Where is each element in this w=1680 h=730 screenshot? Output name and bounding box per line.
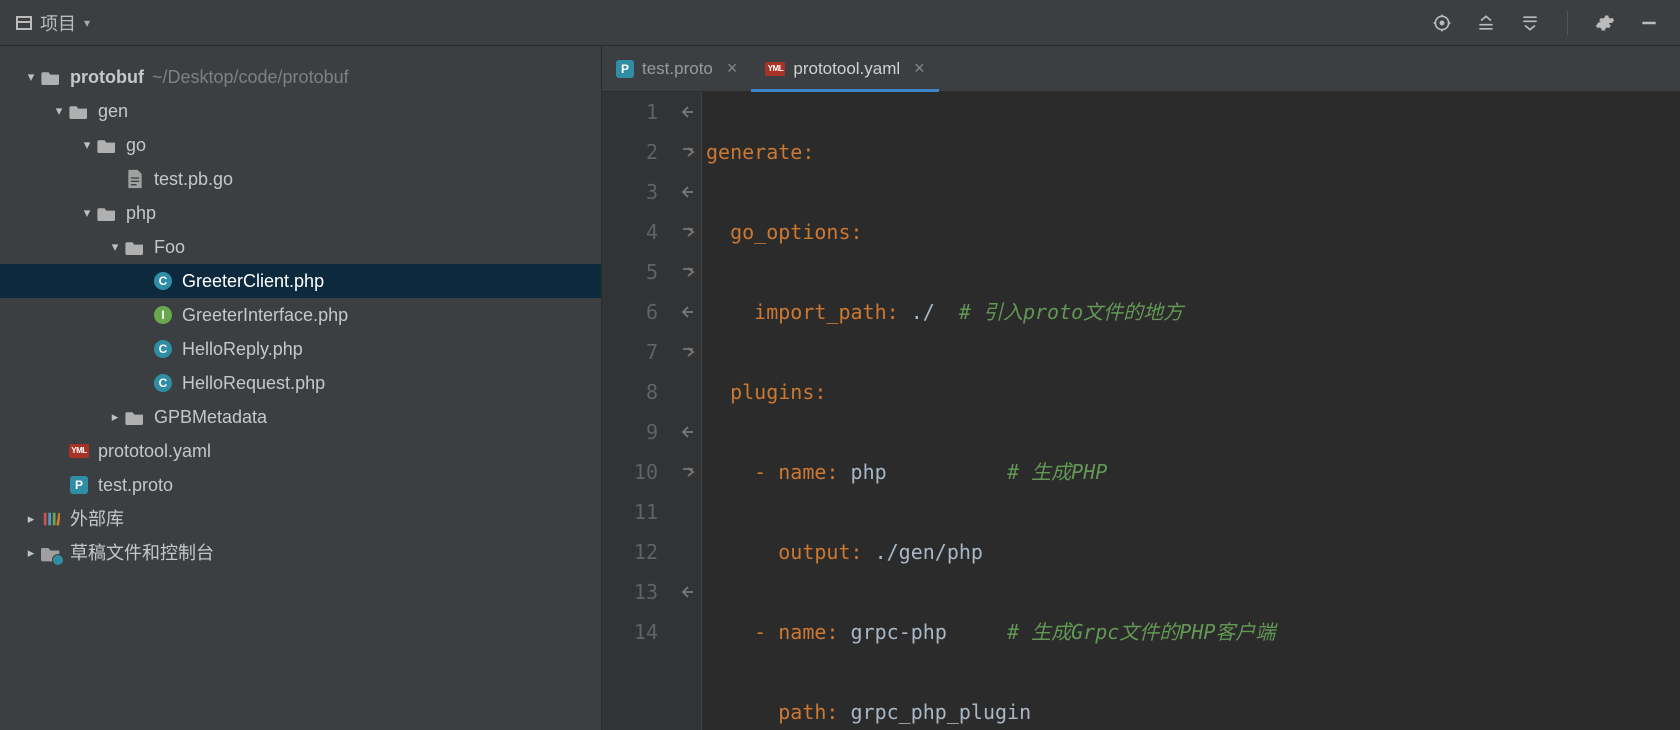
folder-icon bbox=[40, 66, 62, 88]
fold-close-icon[interactable] bbox=[674, 572, 701, 612]
fold-open-icon[interactable] bbox=[674, 252, 701, 292]
tree-item-label: HelloReply.php bbox=[182, 332, 303, 366]
fold-open-icon[interactable] bbox=[674, 332, 701, 372]
project-toolbar: 项目 ▾ bbox=[0, 0, 1680, 46]
tree-item-label: protobuf bbox=[70, 60, 144, 94]
folder-icon bbox=[124, 236, 146, 258]
chevron-down-icon[interactable]: ▾ bbox=[78, 196, 96, 230]
tree-item-label: GreeterInterface.php bbox=[182, 298, 348, 332]
line-number-gutter: 1 2 3 4 5 6 7 8 9 10 11 12 13 14 bbox=[602, 92, 674, 730]
tree-item-label: test.proto bbox=[98, 468, 173, 502]
php-class-icon: C bbox=[152, 338, 174, 360]
tree-item-label: GPBMetadata bbox=[154, 400, 267, 434]
project-dropdown[interactable]: 项目 ▾ bbox=[10, 10, 96, 36]
folder-icon bbox=[68, 100, 90, 122]
fold-close-icon[interactable] bbox=[674, 172, 701, 212]
fold-close-icon[interactable] bbox=[674, 412, 701, 452]
tab-prototool[interactable]: YML prototool.yaml × bbox=[751, 46, 938, 91]
tree-root[interactable]: ▾ protobuf ~/Desktop/code/protobuf bbox=[0, 60, 601, 94]
tree-item-label: HelloRequest.php bbox=[182, 366, 325, 400]
tree-file-prototool[interactable]: YML prototool.yaml bbox=[0, 434, 601, 468]
tab-label: prototool.yaml bbox=[793, 59, 900, 79]
tree-folder-go[interactable]: ▾ go bbox=[0, 128, 601, 162]
tree-item-label: go bbox=[126, 128, 146, 162]
code-editor[interactable]: 1 2 3 4 5 6 7 8 9 10 11 12 13 14 bbox=[602, 92, 1680, 730]
code-content[interactable]: generate: go_options: import_path: ./ # … bbox=[702, 92, 1680, 730]
chevron-right-icon[interactable]: ▸ bbox=[22, 502, 40, 536]
tab-test-proto[interactable]: P test.proto × bbox=[602, 46, 751, 91]
tree-folder-php[interactable]: ▾ php bbox=[0, 196, 601, 230]
yaml-file-icon: YML bbox=[68, 440, 90, 462]
tree-item-label: 外部库 bbox=[70, 502, 124, 536]
tree-folder-gen[interactable]: ▾ gen bbox=[0, 94, 601, 128]
tree-item-label: GreeterClient.php bbox=[182, 264, 324, 298]
fold-close-icon[interactable] bbox=[674, 292, 701, 332]
editor-area: P test.proto × YML prototool.yaml × 1 2 … bbox=[602, 46, 1680, 730]
fold-open-icon[interactable] bbox=[674, 92, 701, 132]
tree-file-test-proto[interactable]: P test.proto bbox=[0, 468, 601, 502]
tree-item-label: php bbox=[126, 196, 156, 230]
fold-open-icon[interactable] bbox=[674, 452, 701, 492]
project-pane-icon bbox=[16, 16, 32, 30]
chevron-down-icon[interactable]: ▾ bbox=[106, 230, 124, 264]
proto-file-icon: P bbox=[68, 474, 90, 496]
close-icon[interactable]: × bbox=[908, 58, 925, 79]
collapse-all-icon[interactable] bbox=[1519, 12, 1541, 34]
tree-item-label: prototool.yaml bbox=[98, 434, 211, 468]
project-label: 项目 bbox=[40, 10, 76, 36]
hide-icon[interactable] bbox=[1638, 12, 1660, 34]
close-icon[interactable]: × bbox=[721, 58, 738, 79]
php-interface-icon: I bbox=[152, 304, 174, 326]
tree-file-test-pb-go[interactable]: test.pb.go bbox=[0, 162, 601, 196]
proto-file-icon: P bbox=[616, 60, 634, 78]
chevron-down-icon: ▾ bbox=[84, 16, 90, 30]
fold-gutter bbox=[674, 92, 702, 730]
tree-scratches[interactable]: ▸ 草稿文件和控制台 bbox=[0, 536, 601, 570]
folder-icon bbox=[124, 406, 146, 428]
fold-open-icon[interactable] bbox=[674, 212, 701, 252]
php-class-icon: C bbox=[152, 372, 174, 394]
tree-item-path: ~/Desktop/code/protobuf bbox=[152, 60, 349, 94]
project-tree[interactable]: ▾ protobuf ~/Desktop/code/protobuf ▾ gen… bbox=[0, 46, 601, 730]
chevron-down-icon[interactable]: ▾ bbox=[22, 60, 40, 94]
scratches-icon bbox=[40, 542, 62, 564]
expand-all-icon[interactable] bbox=[1475, 12, 1497, 34]
tree-item-label: gen bbox=[98, 94, 128, 128]
tree-file-greeter-client[interactable]: C GreeterClient.php bbox=[0, 264, 601, 298]
chevron-right-icon[interactable]: ▸ bbox=[106, 400, 124, 434]
tab-label: test.proto bbox=[642, 59, 713, 79]
gear-icon[interactable] bbox=[1594, 12, 1616, 34]
tree-item-label: test.pb.go bbox=[154, 162, 233, 196]
tree-file-hello-request[interactable]: C HelloRequest.php bbox=[0, 366, 601, 400]
chevron-down-icon[interactable]: ▾ bbox=[50, 94, 68, 128]
editor-tabs: P test.proto × YML prototool.yaml × bbox=[602, 46, 1680, 92]
project-tree-panel: ▾ protobuf ~/Desktop/code/protobuf ▾ gen… bbox=[0, 46, 602, 730]
tree-item-label: 草稿文件和控制台 bbox=[70, 536, 214, 570]
folder-icon bbox=[96, 134, 118, 156]
tree-item-label: Foo bbox=[154, 230, 185, 264]
folder-icon bbox=[96, 202, 118, 224]
tree-file-hello-reply[interactable]: C HelloReply.php bbox=[0, 332, 601, 366]
chevron-right-icon[interactable]: ▸ bbox=[22, 536, 40, 570]
yaml-file-icon: YML bbox=[765, 62, 785, 76]
tree-file-greeter-interface[interactable]: I GreeterInterface.php bbox=[0, 298, 601, 332]
tree-folder-gpbmetadata[interactable]: ▸ GPBMetadata bbox=[0, 400, 601, 434]
php-class-icon: C bbox=[152, 270, 174, 292]
locate-icon[interactable] bbox=[1431, 12, 1453, 34]
chevron-down-icon[interactable]: ▾ bbox=[78, 128, 96, 162]
go-file-icon bbox=[124, 168, 146, 190]
tree-folder-foo[interactable]: ▾ Foo bbox=[0, 230, 601, 264]
fold-open-icon[interactable] bbox=[674, 132, 701, 172]
tree-external-libraries[interactable]: ▸ 外部库 bbox=[0, 502, 601, 536]
external-libraries-icon bbox=[40, 508, 62, 530]
